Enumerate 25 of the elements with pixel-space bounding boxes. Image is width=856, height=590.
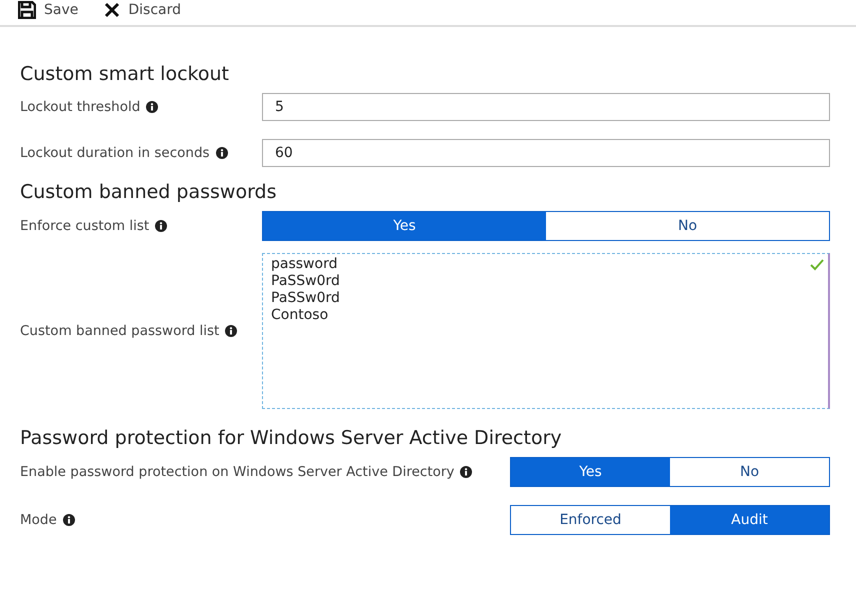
field-label: Custom banned password list [20, 323, 220, 339]
field-label: Mode [20, 512, 57, 528]
password-list-field[interactable]: password PaSSw0rd PaSSw0rd Contoso [262, 253, 830, 409]
field-label: Enable password protection on Windows Server Active Directory [20, 464, 454, 480]
section-title: Custom smart lockout [20, 63, 230, 85]
field-label: Lockout duration in seconds [20, 145, 210, 161]
input-field[interactable]: 5 [262, 93, 830, 121]
info-icon [155, 220, 168, 232]
toggle-option[interactable]: Yes [263, 212, 546, 240]
toggle-option[interactable]: Audit [670, 506, 829, 534]
section-title: Password protection for Windows Server Active Directory [20, 427, 563, 449]
input-field[interactable]: 60 [262, 139, 830, 167]
save-icon [18, 0, 36, 18]
field-label: Enforce custom list [20, 218, 150, 234]
info-icon [62, 514, 75, 526]
field-label: Lockout threshold [20, 99, 140, 115]
info-icon [460, 466, 472, 478]
info-icon [146, 101, 158, 113]
close-icon [104, 2, 120, 18]
info-icon [225, 325, 238, 337]
discard-button[interactable]: Discard [104, 2, 182, 18]
save-button[interactable]: Save [18, 0, 78, 18]
info-icon [216, 147, 228, 159]
section-title: Custom banned passwords [20, 181, 278, 203]
toggle-option[interactable]: Yes [511, 458, 670, 486]
